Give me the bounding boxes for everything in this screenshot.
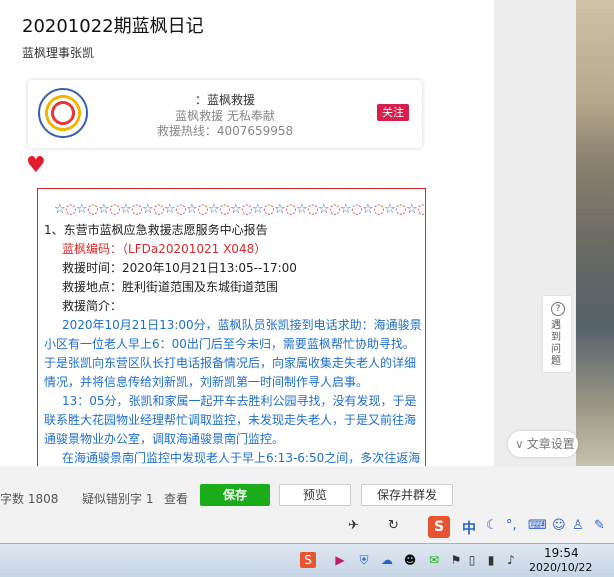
article-settings-label: 文章设置 — [526, 437, 575, 451]
star-glyph: ◌ — [65, 202, 76, 217]
usb-icon[interactable]: ▯ — [464, 552, 480, 568]
report-box[interactable]: ☆◌☆◌☆◌☆◌☆◌☆◌☆◌☆◌☆◌☆◌☆◌☆◌☆◌☆◌☆◌☆◌☆◌☆◌☆◌☆◌… — [37, 188, 426, 466]
star-glyph: ☆ — [296, 202, 308, 217]
star-glyph: ☆ — [340, 202, 352, 217]
typo-count: 疑似错别字 1 — [82, 492, 154, 506]
star-glyph: ☆ — [208, 202, 220, 217]
wrench-icon[interactable]: ✎ — [594, 518, 605, 534]
feedback-label: 遇到问题 — [551, 320, 561, 367]
article-title[interactable]: 20201022期蓝枫日记 — [22, 12, 204, 38]
star-glyph: ◌ — [131, 202, 142, 217]
star-glyph: ◌ — [87, 202, 98, 217]
report-place: 救援地点：胜利街道范围及东城街道范围 — [62, 280, 279, 294]
star-glyph: ☆ — [362, 202, 374, 217]
star-glyph: ◌ — [241, 202, 252, 217]
account-hotline: 救援热线：4007659958 — [156, 124, 294, 138]
star-glyph: ☆ — [164, 202, 176, 217]
report-paragraph-3: 在海通骏景南门监控中发现老人于早上6:13-6:50之间，多次往返海 — [62, 451, 421, 465]
qq-icon[interactable]: ☻ — [402, 552, 418, 568]
clock-time[interactable]: 19:54 — [544, 546, 579, 560]
moon-icon[interactable]: ☾ — [486, 518, 498, 534]
star-decoration: ☆◌☆◌☆◌☆◌☆◌☆◌☆◌☆◌☆◌☆◌☆◌☆◌☆◌☆◌☆◌☆◌☆◌☆◌☆◌☆◌ — [54, 200, 425, 219]
chevron-down-icon: ∨ — [515, 437, 524, 451]
star-glyph: ☆ — [230, 202, 242, 217]
cloud-icon[interactable]: ☁ — [379, 552, 395, 568]
report-code: 蓝枫编码：（LFDa20201021 X048） — [62, 240, 266, 259]
word-count: 字数 1808 — [0, 492, 59, 506]
star-glyph: ☆ — [186, 202, 198, 217]
star-glyph: ◌ — [175, 202, 186, 217]
sogou-tray-icon[interactable]: S — [300, 552, 316, 568]
save-and-publish-button[interactable]: 保存并群发 — [361, 484, 453, 506]
star-glyph: ☆ — [142, 202, 154, 217]
star-glyph: ◌ — [417, 202, 425, 217]
star-glyph: ☆ — [76, 202, 88, 217]
feedback-tab[interactable]: ? 遇到问题 — [542, 295, 572, 373]
star-glyph: ◌ — [109, 202, 120, 217]
help-icon: ? — [551, 302, 565, 316]
star-glyph: ☆ — [384, 202, 396, 217]
editor-bottom-bar: 字数 1808 疑似错别字 1 查看 保存 预览 保存并群发 — [0, 466, 614, 510]
star-glyph: ☆ — [252, 202, 264, 217]
ime-toolbar: ✈ ↻ S 中 ☾ °, ⌨ ☺ ♙ ✎ — [0, 510, 614, 543]
wechat-icon[interactable]: ✉ — [426, 552, 442, 568]
star-glyph: ◌ — [285, 202, 296, 217]
star-glyph: ◌ — [351, 202, 362, 217]
star-glyph: ☆ — [54, 202, 66, 217]
network-icon[interactable]: ▮ — [483, 552, 499, 568]
clock-date[interactable]: 2020/10/22 — [529, 561, 592, 574]
follow-button[interactable]: 关注 — [377, 104, 409, 121]
account-name: ：蓝枫救援 — [194, 93, 255, 107]
refresh-icon[interactable]: ↻ — [388, 518, 399, 534]
article-editor[interactable]: 20201022期蓝枫日记 蓝枫理事张凯 ：蓝枫救援 蓝枫救援 无私奉献 救援热… — [0, 0, 494, 466]
heart-icon: ♥ — [26, 153, 46, 178]
report-summary-label: 救援简介： — [62, 299, 123, 313]
account-card: ：蓝枫救援 蓝枫救援 无私奉献 救援热线：4007659958 关注 — [28, 80, 422, 148]
star-glyph: ◌ — [197, 202, 208, 217]
article-author[interactable]: 蓝枫理事张凯 — [22, 44, 94, 61]
article-settings-button[interactable]: ∨ 文章设置 — [508, 431, 578, 457]
star-glyph: ◌ — [219, 202, 230, 217]
report-code-label: 蓝枫编码： — [62, 242, 123, 256]
star-glyph: ◌ — [307, 202, 318, 217]
star-glyph: ◌ — [395, 202, 406, 217]
check-typo-link[interactable]: 查看 — [164, 490, 188, 507]
star-glyph: ◌ — [329, 202, 340, 217]
media-tray-icon[interactable]: ▶ — [332, 552, 348, 568]
ime-language-toggle[interactable]: 中 — [462, 518, 476, 538]
report-time: 救援时间：2020年10月21日13:05--17:00 — [62, 261, 297, 275]
star-glyph: ☆ — [318, 202, 330, 217]
user-icon[interactable]: ☺ — [552, 518, 566, 534]
star-glyph: ☆ — [98, 202, 110, 217]
save-button[interactable]: 保存 — [200, 484, 270, 506]
shield-icon[interactable]: ⛨ — [356, 552, 372, 568]
flag-icon[interactable]: ⚑ — [448, 552, 464, 568]
star-glyph: ☆ — [120, 202, 132, 217]
star-glyph: ◌ — [373, 202, 384, 217]
report-paragraph-1: 2020年10月21日13:00分，蓝枫队员张凯接到电话求助：海通骏景小区有一位… — [44, 318, 422, 389]
report-code-value: （LFDa20201021 X048） — [122, 242, 267, 256]
keyboard-icon[interactable]: ⌨ — [528, 518, 547, 534]
volume-icon[interactable]: ♪ — [503, 552, 519, 568]
shirt-icon[interactable]: ♙ — [572, 518, 584, 534]
star-glyph: ☆ — [274, 202, 286, 217]
punctuation-icon[interactable]: °, — [506, 518, 517, 534]
rocket-icon[interactable]: ✈ — [348, 518, 359, 534]
preview-button[interactable]: 预览 — [279, 484, 351, 506]
star-glyph: ☆ — [406, 202, 418, 217]
sogou-ime-logo[interactable]: S — [428, 516, 450, 538]
report-paragraph-2: 13：05分，张凯和家属一起开车去胜利公园寻找，没有发现，于是联系胜大花园物业经… — [44, 394, 417, 446]
report-heading: 1、东营市蓝枫应急救援志愿服务中心报告 — [44, 223, 268, 237]
star-glyph: ◌ — [263, 202, 274, 217]
star-glyph: ◌ — [153, 202, 164, 217]
windows-taskbar: S ▶ ⛨ ☁ ☻ ✉ ⚑ ▯ ▮ ♪ 19:54 2020/10/22 — [0, 543, 614, 577]
desktop-wallpaper — [576, 0, 614, 543]
